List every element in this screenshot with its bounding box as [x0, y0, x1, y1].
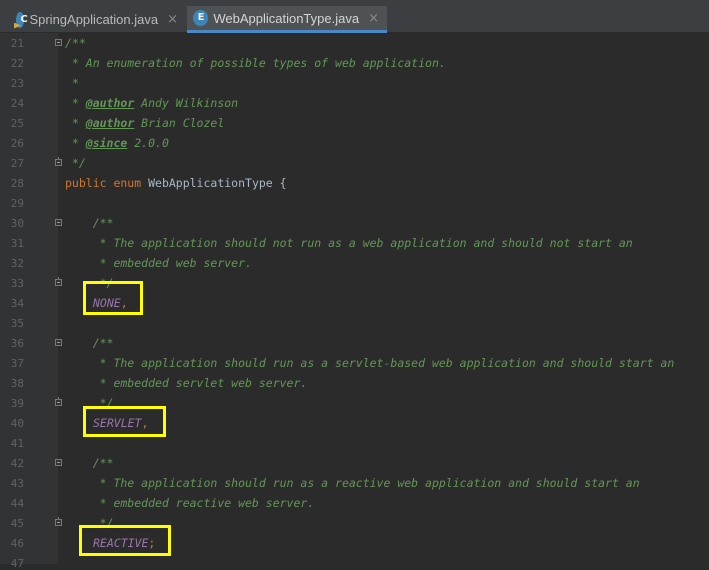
doc-text: *	[65, 136, 86, 150]
close-icon[interactable]: ×	[167, 12, 178, 27]
line-number: 45	[10, 517, 24, 530]
code-line: * An enumeration of possible types of we…	[65, 56, 446, 70]
line-number: 44	[10, 497, 24, 510]
fold-toggle-icon[interactable]	[55, 397, 62, 406]
line-number: 40	[10, 417, 24, 430]
keyword: public enum	[65, 176, 149, 190]
highlight-box-none	[83, 281, 143, 315]
doc-text: 2.0.0	[127, 136, 169, 150]
line-number: 32	[10, 257, 24, 270]
highlight-box-reactive	[79, 525, 171, 556]
line-number-gutter: 21 22 23 24 25 26 27 28 29 30 31 32 33 3…	[0, 33, 62, 570]
line-number: 27	[10, 157, 24, 170]
tab-label: SpringApplication.java	[29, 12, 159, 27]
code-line: /**	[65, 216, 114, 230]
line-number: 35	[10, 317, 24, 330]
javadoc-tag: @author	[85, 96, 135, 110]
line-number: 31	[10, 237, 24, 250]
line-number: 24	[10, 97, 24, 110]
line-number: 41	[10, 437, 24, 450]
fold-toggle-icon[interactable]	[55, 459, 62, 466]
line-number: 46	[10, 537, 24, 550]
line-number: 23	[10, 77, 24, 90]
type-name: WebApplicationType {	[148, 176, 287, 190]
code-line: public enum WebApplicationType {	[65, 173, 287, 193]
line-number: 26	[10, 137, 24, 150]
line-number: 29	[10, 197, 24, 210]
code-line: * @author Andy Wilkinson	[65, 93, 238, 113]
tab-label: WebApplicationType.java	[213, 10, 360, 26]
code-line: * @author Brian Clozel	[65, 113, 224, 133]
line-number: 34	[10, 297, 24, 310]
code-line: * The application should not run as a we…	[65, 236, 633, 250]
fold-toggle-icon[interactable]	[55, 157, 62, 166]
line-number: 42	[10, 457, 24, 470]
code-line: /**	[65, 456, 114, 470]
highlight-box-servlet	[83, 406, 166, 437]
line-number: 37	[10, 357, 24, 370]
doc-text: *	[65, 116, 86, 130]
code-line: * The application should run as a servle…	[65, 356, 675, 370]
line-number: 43	[10, 477, 24, 490]
line-number: 36	[10, 337, 24, 350]
fold-toggle-icon[interactable]	[55, 517, 62, 526]
line-number: 21	[10, 37, 24, 50]
code-line: *	[65, 76, 79, 90]
enum-file-icon: E	[193, 10, 209, 26]
fold-toggle-icon[interactable]	[55, 39, 62, 46]
line-number: 28	[10, 177, 24, 190]
code-line: /**	[65, 336, 114, 350]
code-line: */	[65, 156, 86, 170]
code-line: * @since 2.0.0	[65, 133, 169, 153]
code-line: * embedded reactive web server.	[65, 496, 315, 510]
doc-text: Brian Clozel	[134, 116, 225, 130]
line-number: 22	[10, 57, 24, 70]
doc-text: Andy Wilkinson	[134, 96, 239, 110]
close-icon[interactable]: ×	[368, 11, 379, 26]
code-line: * embedded web server.	[65, 256, 252, 270]
javadoc-tag: @since	[85, 136, 128, 150]
doc-text: *	[65, 96, 86, 110]
fold-toggle-icon[interactable]	[55, 219, 62, 226]
code-line: * The application should run as a reacti…	[65, 476, 640, 490]
line-number: 30	[10, 217, 24, 230]
code-editor[interactable]: /** * An enumeration of possible types o…	[65, 33, 709, 564]
line-number: 25	[10, 117, 24, 130]
javadoc-tag: @author	[85, 116, 135, 130]
line-number: 33	[10, 277, 24, 290]
tab-web-application-type[interactable]: E WebApplicationType.java ×	[187, 6, 387, 33]
editor-tab-bar: C SpringApplication.java × E WebApplicat…	[0, 0, 709, 33]
code-line: /**	[65, 36, 86, 50]
fold-toggle-icon[interactable]	[55, 277, 62, 286]
fold-toggle-icon[interactable]	[55, 339, 62, 346]
code-line: * embedded servlet web server.	[65, 376, 308, 390]
line-number: 38	[10, 377, 24, 390]
line-number: 39	[10, 397, 24, 410]
tab-spring-application[interactable]: C SpringApplication.java ×	[10, 6, 186, 33]
class-file-icon: C	[14, 11, 28, 29]
